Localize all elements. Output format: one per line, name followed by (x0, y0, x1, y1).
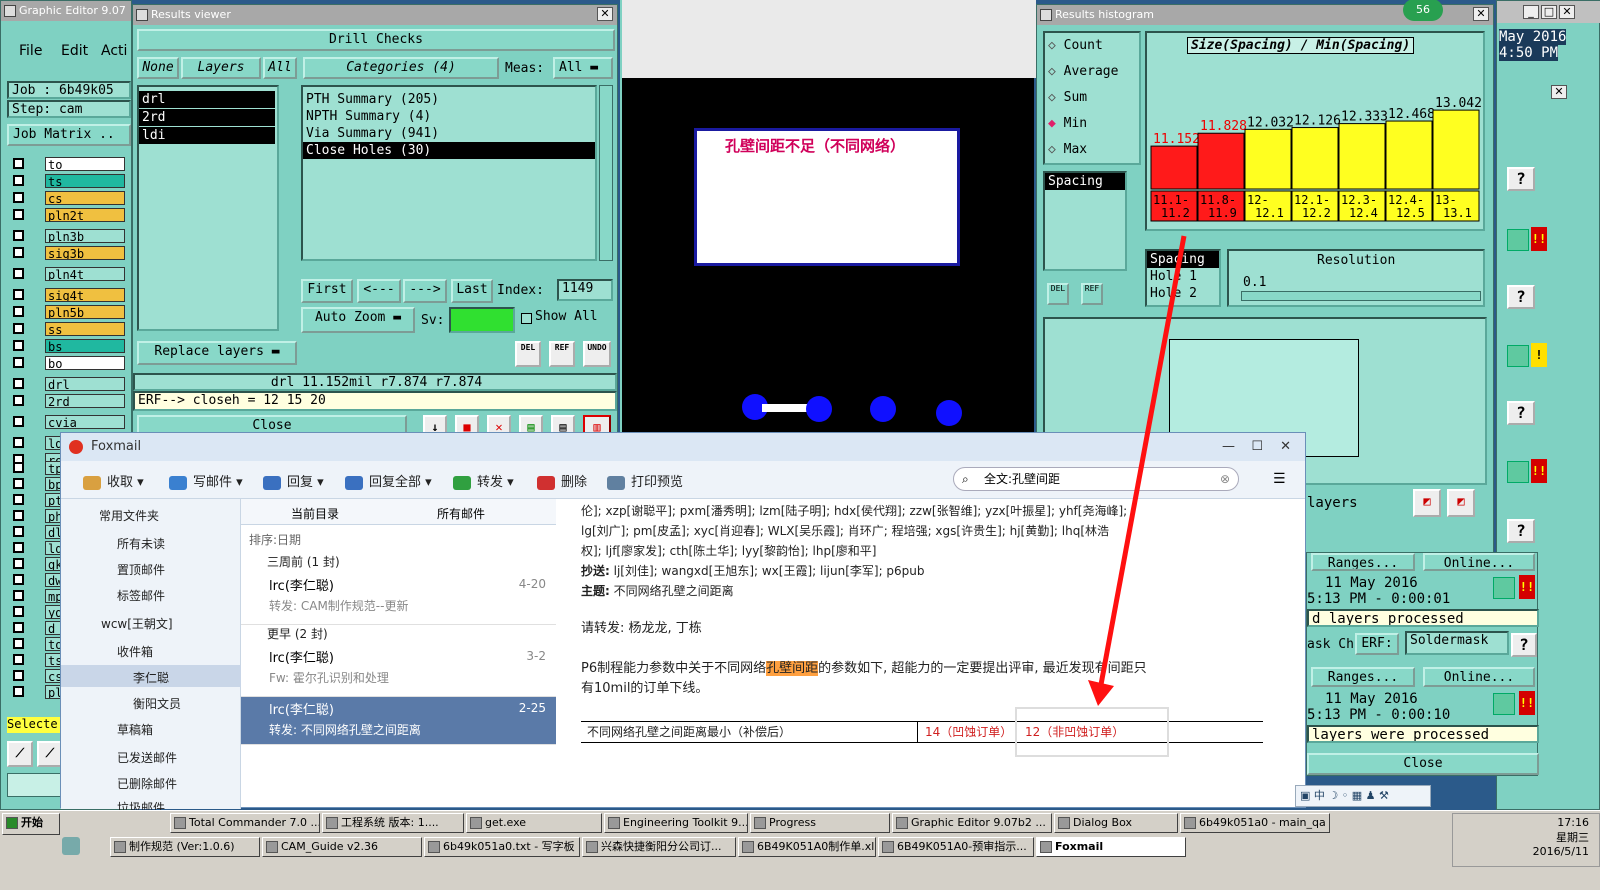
taskbar-item[interactable]: get.exe (466, 813, 602, 833)
app-icon (896, 817, 908, 829)
app-icon (608, 817, 620, 829)
app-icon (882, 841, 894, 853)
taskbar-item[interactable]: Progress (750, 813, 890, 833)
clock-time: 17:16 (1557, 816, 1589, 829)
app-icon (1040, 841, 1052, 853)
app-icon (428, 841, 440, 853)
taskbar-item[interactable]: 制作规范 (Ver:1.0.6) (110, 837, 260, 857)
app-icon (174, 817, 186, 829)
taskbar-item[interactable]: 6b49k051a0.txt - 写字板 (424, 837, 580, 857)
taskbar-item[interactable]: 工程系统 版本: 1.... (322, 813, 464, 833)
app-icon (742, 841, 754, 853)
taskbar: 开始 Total Commander 7.0 ... 工程系统 版本: 1....… (0, 810, 1600, 890)
app-icon (114, 841, 126, 853)
taskbar-item[interactable]: Foxmail (1036, 837, 1186, 857)
start-button[interactable]: 开始 (2, 813, 60, 835)
taskbar-item[interactable]: Total Commander 7.0 ... (170, 813, 320, 833)
quick-launch-icon[interactable] (62, 837, 80, 855)
app-icon (1184, 817, 1196, 829)
app-icon (470, 817, 482, 829)
system-tray: 17:16 星期三 2016/5/11 (1452, 813, 1600, 867)
taskbar-item[interactable]: 6B49K051A0制作单.xls ... (738, 837, 876, 857)
app-icon (586, 841, 598, 853)
app-icon (266, 841, 278, 853)
taskbar-item[interactable]: 6B49K051A0-预审指示... (878, 837, 1034, 857)
taskbar-item[interactable]: Engineering Toolkit 9.... (604, 813, 748, 833)
annotation-arrow (1088, 235, 1187, 706)
app-icon (1058, 817, 1070, 829)
clock-day: 星期三 (1556, 831, 1589, 844)
app-icon (754, 817, 766, 829)
taskbar-item[interactable]: 6b49k051a0 - main_qa (1180, 813, 1330, 833)
app-icon (326, 817, 338, 829)
taskbar-item[interactable]: Dialog Box (1054, 813, 1178, 833)
taskbar-item[interactable]: Graphic Editor 9.07b2 ... (892, 813, 1052, 833)
clock-date: 2016/5/11 (1532, 845, 1589, 858)
taskbar-item[interactable]: CAM_Guide v2.36 (262, 837, 422, 857)
taskbar-item[interactable]: 兴森快捷衡阳分公司订... (582, 837, 736, 857)
